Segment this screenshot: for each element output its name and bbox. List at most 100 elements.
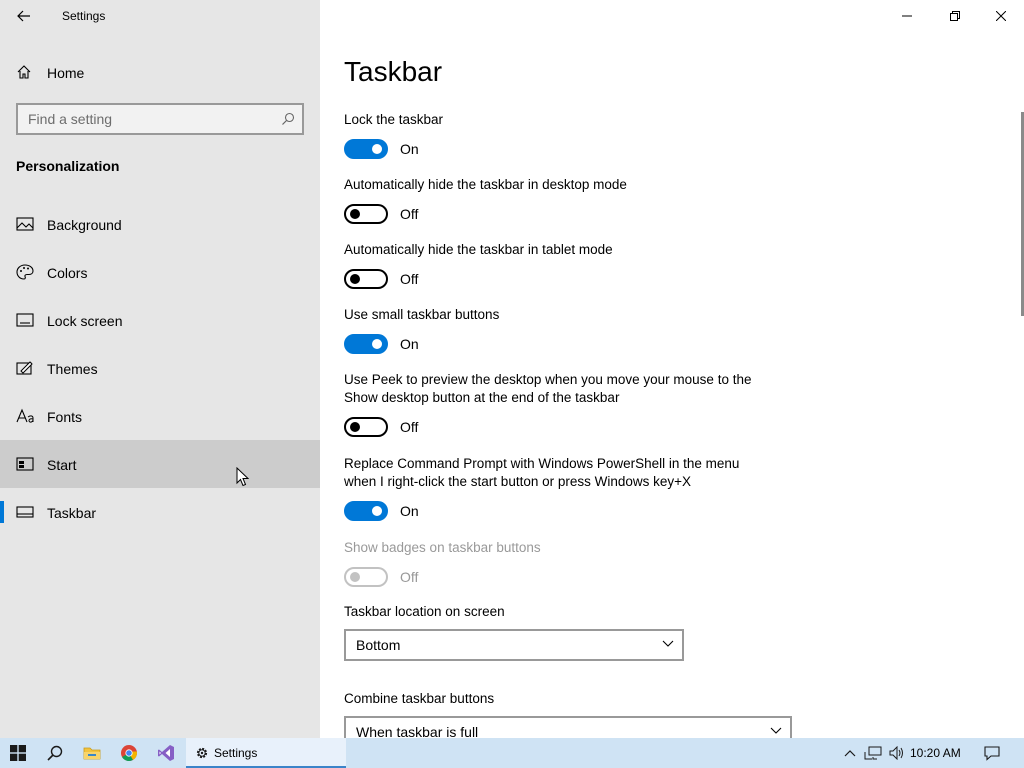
toggle-state: Off <box>400 569 419 585</box>
setting-label: Automatically hide the taskbar in tablet… <box>344 242 613 257</box>
palette-icon <box>16 264 34 280</box>
notification-icon <box>984 746 1000 761</box>
setting-label-line1: Use Peek to preview the desktop when you… <box>344 372 752 387</box>
main-content: Taskbar Lock the taskbar On Automaticall… <box>320 0 1024 738</box>
toggle-state: Off <box>400 271 419 287</box>
page-title: Taskbar <box>344 56 443 87</box>
peek-toggle[interactable] <box>344 417 388 437</box>
location-label: Taskbar location on screen <box>344 604 505 619</box>
setting-label-line2: Show desktop button at the end of the ta… <box>344 390 620 405</box>
chevron-down-icon <box>662 640 674 647</box>
combine-dropdown[interactable]: When taskbar is full <box>344 716 792 738</box>
combine-label: Combine taskbar buttons <box>344 691 495 706</box>
chrome-icon <box>121 745 138 761</box>
setting-powershell: Replace Command Prompt with Windows Powe… <box>344 455 804 521</box>
volume-button[interactable] <box>886 738 908 768</box>
sidebar-item-label: Background <box>47 217 122 233</box>
lock-screen-icon <box>16 313 34 327</box>
network-button[interactable] <box>862 738 884 768</box>
themes-icon <box>16 361 33 375</box>
autohide-tablet-toggle[interactable] <box>344 269 388 289</box>
search-icon[interactable] <box>281 112 295 126</box>
sidebar: Settings Home Personalization Background… <box>0 0 320 738</box>
sidebar-item-label: Themes <box>47 361 98 377</box>
chevron-up-icon <box>844 750 856 757</box>
lock-taskbar-toggle[interactable] <box>344 139 388 159</box>
sidebar-item-themes[interactable]: Themes <box>0 344 320 392</box>
restore-icon <box>950 11 960 21</box>
location-value: Bottom <box>356 637 401 653</box>
toggle-state: On <box>400 503 419 519</box>
sidebar-item-start[interactable]: Start <box>0 440 320 488</box>
sidebar-item-taskbar[interactable]: Taskbar <box>0 488 320 536</box>
setting-badges: Show badges on taskbar buttons Off <box>344 539 804 587</box>
search-icon <box>47 745 63 761</box>
taskbar-app-label: Settings <box>214 746 258 760</box>
visual-studio-button[interactable] <box>148 738 184 768</box>
search-taskbar-button[interactable] <box>37 738 73 768</box>
sidebar-item-label: Lock screen <box>47 313 123 329</box>
small-buttons-toggle[interactable] <box>344 334 388 354</box>
gear-icon <box>196 747 208 759</box>
windows-logo-icon <box>10 745 26 761</box>
chrome-button[interactable] <box>111 738 147 768</box>
clock[interactable]: 10:20 AM <box>910 746 961 760</box>
setting-label: Automatically hide the taskbar in deskto… <box>344 177 627 192</box>
back-arrow-icon <box>17 10 30 22</box>
combine-value: When taskbar is full <box>356 724 479 738</box>
restore-button[interactable] <box>932 0 978 32</box>
minimize-icon <box>902 15 912 17</box>
setting-label: Show badges on taskbar buttons <box>344 540 541 555</box>
network-icon <box>864 746 882 760</box>
toggle-state: On <box>400 141 419 157</box>
sidebar-item-colors[interactable]: Colors <box>0 248 320 296</box>
sidebar-item-label: Colors <box>47 265 88 281</box>
file-explorer-button[interactable] <box>74 738 110 768</box>
setting-small-buttons: Use small taskbar buttons On <box>344 306 804 354</box>
setting-label: Use small taskbar buttons <box>344 307 500 322</box>
autohide-desktop-toggle[interactable] <box>344 204 388 224</box>
back-button[interactable] <box>8 2 40 30</box>
mouse-pointer-icon <box>236 467 250 487</box>
sidebar-item-lock-screen[interactable]: Lock screen <box>0 296 320 344</box>
show-hidden-icons-button[interactable] <box>840 738 860 768</box>
sidebar-item-background[interactable]: Background <box>0 200 320 248</box>
sidebar-item-label: Fonts <box>47 409 83 425</box>
sidebar-item-label: Taskbar <box>47 505 97 521</box>
close-button[interactable] <box>978 0 1024 32</box>
app-title: Settings <box>62 9 106 23</box>
setting-label-line2: when I right-click the start button or p… <box>344 474 692 489</box>
home-nav-item[interactable]: Home <box>0 56 320 90</box>
badges-toggle <box>344 567 388 587</box>
title-bar: Settings <box>0 0 320 32</box>
windows-taskbar: Settings 10:20 AM <box>0 738 1024 768</box>
home-label: Home <box>47 65 85 81</box>
close-icon <box>996 11 1006 21</box>
chevron-down-icon <box>770 727 782 734</box>
powershell-toggle[interactable] <box>344 501 388 521</box>
toggle-state: Off <box>400 419 419 435</box>
visual-studio-icon <box>158 745 174 761</box>
search-input[interactable] <box>18 105 268 133</box>
setting-label: Lock the taskbar <box>344 112 444 127</box>
toggle-state: On <box>400 336 419 352</box>
location-dropdown[interactable]: Bottom <box>344 629 684 661</box>
action-center-button[interactable] <box>980 738 1004 768</box>
setting-peek: Use Peek to preview the desktop when you… <box>344 371 804 437</box>
setting-autohide-tablet: Automatically hide the taskbar in tablet… <box>344 241 804 289</box>
start-button[interactable] <box>0 738 36 768</box>
toggle-state: Off <box>400 206 419 222</box>
nav-list: Background Colors Lock screen Themes Fon… <box>0 200 320 536</box>
fonts-icon <box>16 408 34 423</box>
picture-icon <box>16 217 34 231</box>
section-title: Personalization <box>16 158 120 174</box>
sidebar-item-fonts[interactable]: Fonts <box>0 392 320 440</box>
setting-label-line1: Replace Command Prompt with Windows Powe… <box>344 456 740 471</box>
minimize-button[interactable] <box>884 0 930 32</box>
folder-icon <box>83 747 101 760</box>
sidebar-item-label: Start <box>47 457 77 473</box>
speaker-icon <box>889 746 903 760</box>
search-box[interactable] <box>16 103 304 135</box>
settings-taskbar-app[interactable]: Settings <box>186 738 346 768</box>
setting-lock-taskbar: Lock the taskbar On <box>344 111 804 159</box>
